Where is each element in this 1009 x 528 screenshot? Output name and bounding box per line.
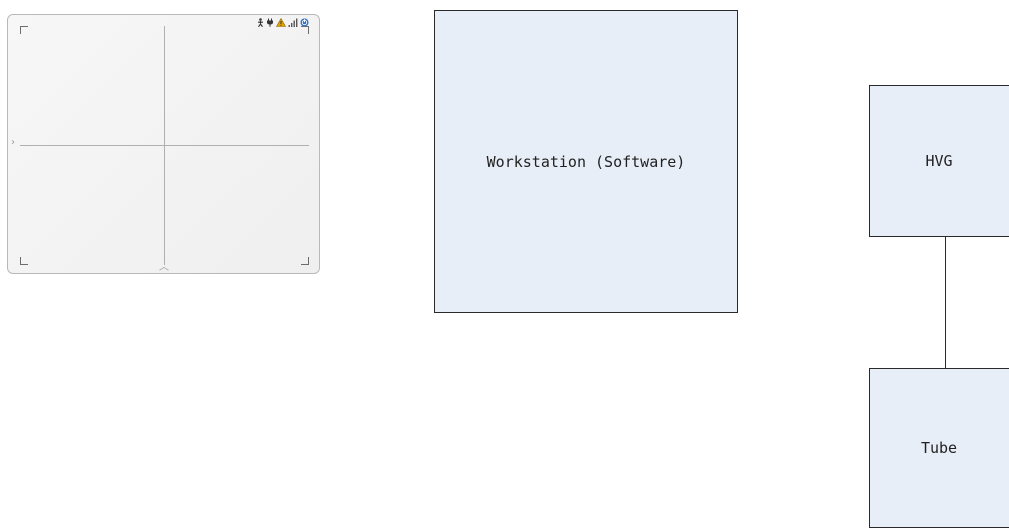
hvg-box: HVG (869, 85, 1009, 237)
hvg-tube-connector (945, 237, 946, 368)
detector-active-area (20, 26, 309, 265)
tube-label: Tube (920, 439, 958, 457)
workstation-box: Workstation (Software) (434, 10, 738, 313)
chevron-right-icon: › (11, 137, 15, 148)
flat-panel-detector: › ︿ (7, 14, 320, 274)
workstation-label: Workstation (Software) (486, 152, 686, 171)
hvg-label: HVG (925, 152, 953, 170)
vertical-center-line (164, 26, 165, 265)
corner-mark (20, 257, 28, 265)
chevron-up-icon: ︿ (159, 262, 169, 273)
tube-box: Tube (869, 368, 1009, 528)
corner-mark (20, 26, 28, 34)
corner-mark (301, 257, 309, 265)
corner-mark (301, 26, 309, 34)
